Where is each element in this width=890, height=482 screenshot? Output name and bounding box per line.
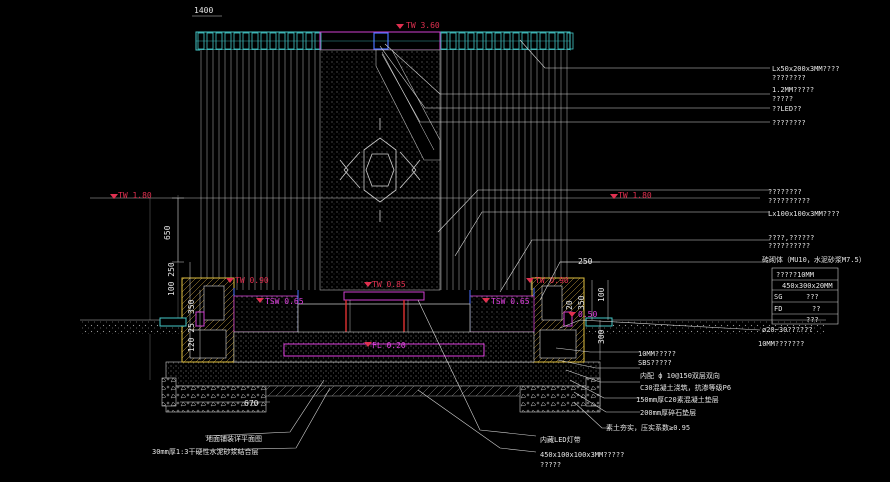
callout-angle-steel: 450x100x100x3MM????? <box>540 451 624 459</box>
callout-text: ??LED?? <box>772 105 802 113</box>
callout-text: 1.2MM????? <box>772 86 814 94</box>
spec-row-fd-val: ?? <box>812 305 820 313</box>
level-tw-top: TW 3.60 <box>406 21 440 30</box>
dim-100-250: 100 250 <box>167 262 176 296</box>
callout-text: 150mm厚C20素混凝土垫层 <box>636 395 719 404</box>
center-stone-panel <box>319 49 441 291</box>
callout-text: ???????? <box>772 74 806 82</box>
dim-20: 20 <box>565 300 574 310</box>
dim-650: 650 <box>163 225 172 240</box>
callout-text: SBS????? <box>638 359 672 367</box>
callout-text: C30混凝土浇筑，抗渗等级P6 <box>640 383 731 392</box>
callout-led-strip: 内藏LED灯带 <box>540 435 581 444</box>
section-drawing: 1400 650 100 250 350 120 25 670 250 350 … <box>80 6 866 469</box>
callout-text: Lx50x200x3MM???? <box>772 65 839 73</box>
cad-drawing-canvas: 1400 650 100 250 350 120 25 670 250 350 … <box>0 0 890 482</box>
callout-text: ?????????? <box>768 197 810 205</box>
dim-120-25: 120 25 <box>187 323 196 352</box>
callout-pavement-plan: 地面铺装详平面图 <box>206 434 262 443</box>
callout-text: ????? <box>772 95 793 103</box>
spec-table-size: 450x300x20MM <box>782 282 833 290</box>
dim-670: 670 <box>244 399 259 408</box>
level-tw-left-high: TW 1.80 <box>118 191 152 200</box>
callout-text: 素土夯实，压实系数≥0.95 <box>606 423 690 432</box>
callout-text: ????,?????? <box>768 234 814 242</box>
dim-350-right: 350 <box>577 295 586 310</box>
callout-text: 砖砌体（MU10，水泥砂浆M7.5） <box>762 255 866 264</box>
callout-angle-steel-note: ????? <box>540 461 561 469</box>
callout-text: ???????? <box>768 188 802 196</box>
spec-row-sg-key: SG <box>774 293 782 301</box>
callout-text: ???????? <box>772 119 806 127</box>
spec-table-title: ?????10MM <box>776 271 814 279</box>
level-right-small: 0.50 <box>578 310 597 319</box>
dim-300: 300 <box>597 329 606 344</box>
callout-text: ?????????? <box>768 242 810 250</box>
level-tw-right-high: TW 1.80 <box>618 191 652 200</box>
dim-350-left: 350 <box>187 299 196 314</box>
level-tsw-left: TSW 0.65 <box>265 297 304 306</box>
spec-row-3-val: ??? <box>806 316 819 324</box>
level-tsw-right: TSW 0.65 <box>491 297 530 306</box>
callout-text: 10MM??????? <box>758 340 804 348</box>
callout-text: ø20~30?????? <box>762 326 813 334</box>
spec-row-fd-key: FD <box>774 305 782 313</box>
level-tw-left-low: TW 0.90 <box>235 276 269 285</box>
level-fl-center: FL 0.20 <box>372 341 406 350</box>
callout-text: 200mm厚碎石垫层 <box>640 408 696 417</box>
top-screen-group <box>195 31 574 51</box>
right-callouts: Lx50x200x3MM????????????1.2MM???????????… <box>606 65 866 432</box>
dim-100: 100 <box>597 287 606 302</box>
callout-text: 10MM????? <box>638 350 676 358</box>
callout-mortar-bed: 30mm厚1:3干硬性水泥砂浆结合层 <box>152 447 259 456</box>
dim-top: 1400 <box>194 6 213 15</box>
spec-table: ?????10MM 450x300x20MM SG ??? FD ?? ??? <box>771 267 839 325</box>
callout-text: 内配 ф 10@150双层双向 <box>640 371 720 380</box>
dim-250: 250 <box>578 257 593 266</box>
spec-row-sg-val: ??? <box>806 293 819 301</box>
callout-text: Lx100x100x3MM???? <box>768 210 840 218</box>
level-tw-center: TW 0.85 <box>372 280 406 289</box>
